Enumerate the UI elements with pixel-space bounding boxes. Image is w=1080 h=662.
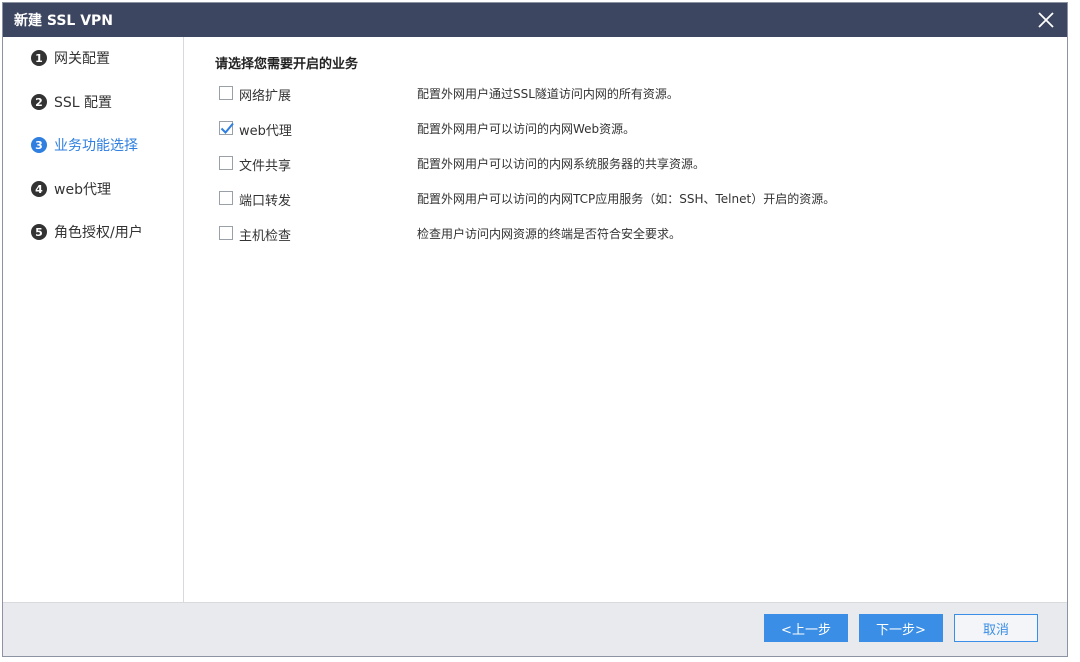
step-number-badge: 1 bbox=[31, 50, 47, 66]
step-web-proxy[interactable]: 4 web代理 bbox=[31, 178, 111, 200]
service-row-host-check: 主机检查 检查用户访问内网资源的终端是否符合安全要求。 bbox=[219, 223, 1059, 245]
service-selection-panel: 请选择您需要开启的业务 网络扩展 配置外网用户通过SSL隧道访问内网的所有资源。… bbox=[184, 37, 1066, 604]
file-sharing-checkbox[interactable] bbox=[219, 156, 233, 170]
service-row-file-sharing: 文件共享 配置外网用户可以访问的内网系统服务器的共享资源。 bbox=[219, 153, 1059, 175]
step-ssl-config[interactable]: 2 SSL 配置 bbox=[31, 91, 112, 113]
service-label: 网络扩展 bbox=[239, 89, 292, 104]
service-description: 检查用户访问内网资源的终端是否符合安全要求。 bbox=[417, 227, 682, 241]
service-row-web-proxy: web代理 配置外网用户可以访问的内网Web资源。 bbox=[219, 118, 1059, 140]
step-service-selection[interactable]: 3 业务功能选择 bbox=[31, 134, 138, 156]
step-number-badge: 4 bbox=[31, 181, 47, 197]
section-heading: 请选择您需要开启的业务 bbox=[215, 57, 359, 72]
service-description: 配置外网用户可以访问的内网TCP应用服务（如：SSH、Telnet）开启的资源。 bbox=[417, 192, 836, 206]
service-description: 配置外网用户通过SSL隧道访问内网的所有资源。 bbox=[417, 87, 679, 101]
step-label: SSL 配置 bbox=[54, 95, 113, 111]
dialog-footer: <上一步 下一步> 取消 bbox=[3, 602, 1067, 656]
service-label: 文件共享 bbox=[239, 159, 292, 174]
service-description: 配置外网用户可以访问的内网系统服务器的共享资源。 bbox=[417, 157, 706, 171]
dialog-title: 新建 SSL VPN bbox=[14, 13, 114, 29]
next-step-button[interactable]: 下一步> bbox=[859, 614, 943, 642]
checkmark-icon bbox=[220, 122, 234, 134]
web-proxy-checkbox[interactable] bbox=[219, 121, 234, 135]
step-label: 角色授权/用户 bbox=[54, 225, 143, 241]
service-row-network-extension: 网络扩展 配置外网用户通过SSL隧道访问内网的所有资源。 bbox=[219, 83, 1059, 105]
cancel-button[interactable]: 取消 bbox=[954, 614, 1038, 642]
new-ssl-vpn-dialog: 新建 SSL VPN 1 网关配置 2 SSL 配置 3 业务功能选择 4 we… bbox=[2, 2, 1068, 657]
service-label: 端口转发 bbox=[239, 194, 292, 209]
step-number-badge: 5 bbox=[31, 224, 47, 240]
service-label: web代理 bbox=[239, 124, 292, 139]
network-extension-checkbox[interactable] bbox=[219, 86, 233, 100]
service-row-port-forwarding: 端口转发 配置外网用户可以访问的内网TCP应用服务（如：SSH、Telnet）开… bbox=[219, 188, 1059, 210]
step-number-badge: 3 bbox=[31, 137, 47, 153]
host-check-checkbox[interactable] bbox=[219, 226, 233, 240]
step-role-user[interactable]: 5 角色授权/用户 bbox=[31, 221, 143, 243]
close-icon[interactable] bbox=[1033, 7, 1059, 33]
port-forwarding-checkbox[interactable] bbox=[219, 191, 233, 205]
title-bar: 新建 SSL VPN bbox=[3, 3, 1067, 37]
step-label: 网关配置 bbox=[54, 51, 110, 67]
step-label: 业务功能选择 bbox=[54, 138, 138, 154]
step-number-badge: 2 bbox=[31, 94, 47, 110]
step-gateway-config[interactable]: 1 网关配置 bbox=[31, 47, 110, 69]
wizard-steps-sidebar: 1 网关配置 2 SSL 配置 3 业务功能选择 4 web代理 5 角色授权/… bbox=[3, 37, 184, 604]
previous-step-button[interactable]: <上一步 bbox=[764, 614, 848, 642]
step-label: web代理 bbox=[54, 182, 111, 198]
service-description: 配置外网用户可以访问的内网Web资源。 bbox=[417, 122, 636, 136]
service-label: 主机检查 bbox=[239, 229, 292, 244]
